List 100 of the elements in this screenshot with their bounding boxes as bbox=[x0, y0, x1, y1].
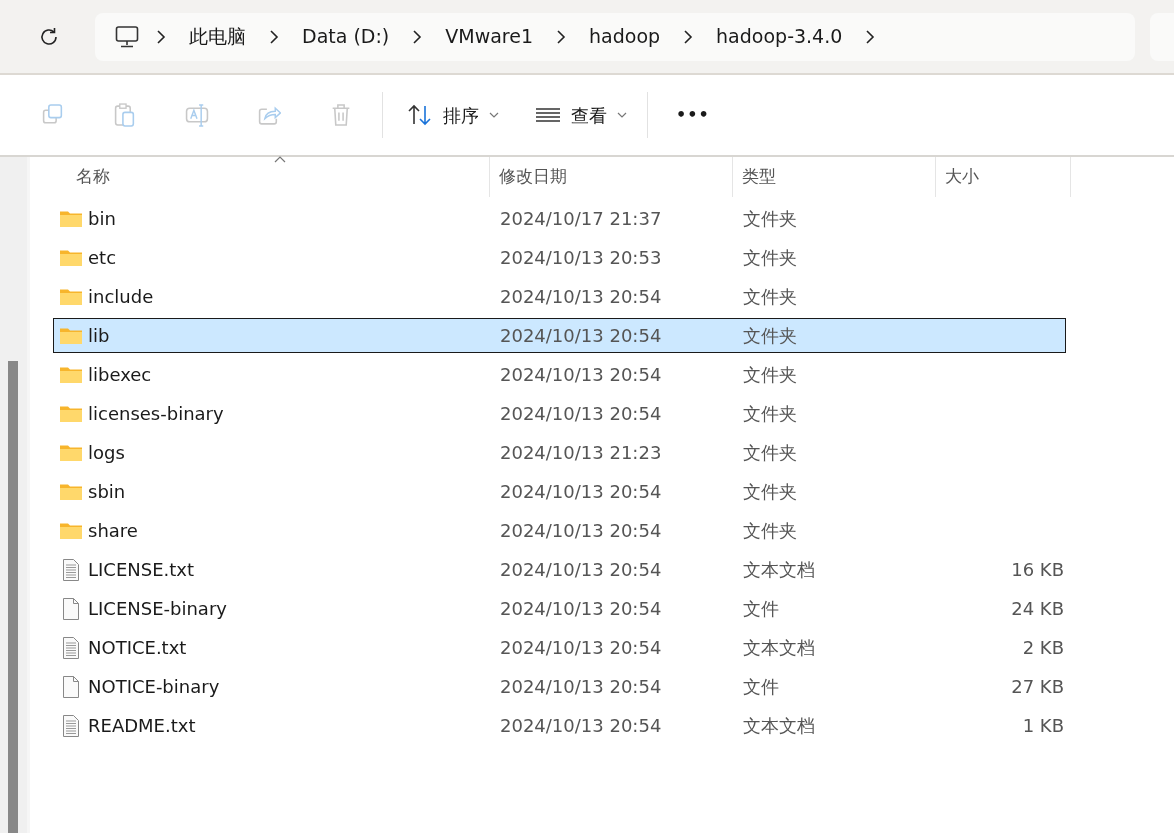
type-cell-text: 文件夹 bbox=[742, 441, 798, 465]
folder-icon bbox=[60, 444, 82, 461]
file-name: libexec bbox=[88, 363, 152, 387]
file-row[interactable]: etc 2024/10/13 20:53 文件夹 bbox=[53, 240, 1066, 275]
type-cell-text: 文件 bbox=[742, 675, 780, 699]
more-button[interactable]: ••• bbox=[662, 97, 724, 133]
caret-icon bbox=[489, 112, 499, 118]
sort-caret-icon bbox=[274, 156, 286, 163]
type-cell-text: 文件夹 bbox=[742, 363, 798, 387]
folder-icon bbox=[60, 483, 82, 500]
column-header[interactable]: 名称 bbox=[30, 157, 490, 197]
column-header[interactable]: 修改日期 bbox=[490, 157, 733, 197]
date-cell-text: 2024/10/13 20:54 bbox=[499, 597, 663, 621]
file-row[interactable]: README.txt 2024/10/13 20:54 文本文档 1 KB bbox=[53, 708, 1066, 743]
rename-icon bbox=[185, 103, 209, 127]
address-bar[interactable]: 此电脑 Data (D:) VMware1 hadoop hadoop-3.4.0 bbox=[95, 12, 1135, 61]
file-row[interactable]: include 2024/10/13 20:54 文件夹 bbox=[53, 279, 1066, 314]
type-cell-text: 文件夹 bbox=[742, 480, 798, 504]
file-name: NOTICE-binary bbox=[88, 675, 220, 699]
type-cell-text: 文本文档 bbox=[742, 714, 816, 738]
chevron-icon bbox=[268, 28, 280, 45]
file-name: README.txt bbox=[88, 714, 196, 738]
file-row[interactable]: bin 2024/10/17 21:37 文件夹 bbox=[53, 201, 1066, 236]
chevron-icon bbox=[411, 28, 424, 45]
folder-icon bbox=[60, 249, 82, 266]
date-cell-text: 2024/10/13 20:54 bbox=[499, 714, 663, 738]
list-icon bbox=[535, 107, 561, 123]
file-name: LICENSE-binary bbox=[88, 597, 227, 621]
refresh-icon bbox=[38, 25, 60, 48]
size-cell-text: 1 KB bbox=[1021, 714, 1064, 738]
size-cell-text: 24 KB bbox=[1010, 597, 1064, 621]
chevron-icon bbox=[682, 28, 695, 45]
size-cell-text: 27 KB bbox=[1010, 675, 1064, 699]
breadcrumb-item[interactable]: hadoop bbox=[583, 22, 667, 51]
folder-icon bbox=[60, 210, 82, 227]
file-row[interactable]: logs 2024/10/13 21:23 文件夹 bbox=[53, 435, 1066, 470]
file-row[interactable]: NOTICE.txt 2024/10/13 20:54 文本文档 2 KB bbox=[53, 630, 1066, 665]
sort-button[interactable]: 排序 bbox=[397, 95, 509, 135]
file-row[interactable]: NOTICE-binary 2024/10/13 20:54 文件 27 KB bbox=[53, 669, 1066, 704]
file-row[interactable]: share 2024/10/13 20:54 文件夹 bbox=[53, 513, 1066, 548]
date-cell-text: 2024/10/13 20:54 bbox=[499, 675, 663, 699]
file-name: include bbox=[88, 285, 154, 309]
file-row[interactable]: licenses-binary 2024/10/13 20:54 文件夹 bbox=[53, 396, 1066, 431]
caret-icon bbox=[617, 112, 627, 118]
file-icon bbox=[60, 675, 82, 698]
date-cell-text: 2024/10/13 20:54 bbox=[499, 402, 663, 426]
paste-icon bbox=[113, 103, 137, 127]
file-row[interactable]: LICENSE.txt 2024/10/13 20:54 文本文档 16 KB bbox=[53, 552, 1066, 587]
breadcrumb-item[interactable]: VMware1 bbox=[439, 22, 539, 51]
text-file-icon bbox=[60, 636, 82, 659]
file-name: bin bbox=[88, 207, 116, 231]
file-name: lib bbox=[88, 324, 110, 348]
file-row[interactable]: lib 2024/10/13 20:54 文件夹 bbox=[53, 318, 1066, 353]
file-name: logs bbox=[88, 441, 125, 465]
file-row[interactable]: LICENSE-binary 2024/10/13 20:54 文件 24 KB bbox=[53, 591, 1066, 626]
scrollbar-thumb[interactable] bbox=[8, 361, 18, 833]
copy-icon bbox=[41, 103, 65, 127]
file-row[interactable]: sbin 2024/10/13 20:54 文件夹 bbox=[53, 474, 1066, 509]
file-name: LICENSE.txt bbox=[88, 558, 195, 582]
chevron-icon bbox=[155, 28, 167, 45]
file-name: NOTICE.txt bbox=[88, 636, 187, 660]
chevron-icon bbox=[864, 28, 877, 45]
type-cell-text: 文件夹 bbox=[742, 402, 798, 426]
date-cell-text: 2024/10/17 21:37 bbox=[499, 207, 663, 231]
file-row[interactable]: libexec 2024/10/13 20:54 文件夹 bbox=[53, 357, 1066, 392]
breadcrumb-item[interactable]: 此电脑 bbox=[183, 22, 252, 51]
breadcrumb-item[interactable]: hadoop-3.4.0 bbox=[710, 22, 849, 51]
folder-icon bbox=[60, 288, 82, 305]
type-cell-text: 文本文档 bbox=[742, 636, 816, 660]
view-button[interactable]: 查看 bbox=[525, 95, 637, 135]
type-cell-text: 文件夹 bbox=[742, 519, 798, 543]
file-icon bbox=[60, 597, 82, 620]
folder-icon bbox=[60, 405, 82, 422]
date-cell-text: 2024/10/13 20:54 bbox=[499, 363, 663, 387]
size-cell-text: 2 KB bbox=[1021, 636, 1064, 660]
date-cell-text: 2024/10/13 21:23 bbox=[499, 441, 663, 465]
column-header[interactable]: 大小 bbox=[936, 157, 1071, 197]
date-cell-text: 2024/10/13 20:54 bbox=[499, 324, 663, 348]
date-cell-text: 2024/10/13 20:54 bbox=[499, 285, 663, 309]
column-header[interactable]: 类型 bbox=[733, 157, 936, 197]
date-cell-text: 2024/10/13 20:54 bbox=[499, 519, 663, 543]
folder-icon bbox=[60, 522, 82, 539]
folder-icon bbox=[60, 327, 82, 344]
folder-icon bbox=[60, 366, 82, 383]
type-cell-text: 文件夹 bbox=[742, 207, 798, 231]
type-cell-text: 文本文档 bbox=[742, 558, 816, 582]
text-file-icon bbox=[60, 558, 82, 581]
size-cell-text: 16 KB bbox=[1010, 558, 1064, 582]
sort-icon bbox=[407, 104, 433, 126]
file-name: share bbox=[88, 519, 138, 543]
type-cell-text: 文件 bbox=[742, 597, 780, 621]
text-file-icon bbox=[60, 714, 82, 737]
breadcrumb-item[interactable]: Data (D:) bbox=[296, 22, 396, 51]
date-cell-text: 2024/10/13 20:54 bbox=[499, 480, 663, 504]
type-cell-text: 文件夹 bbox=[742, 285, 798, 309]
type-cell-text: 文件夹 bbox=[742, 324, 798, 348]
computer-icon bbox=[115, 25, 139, 48]
file-name: sbin bbox=[88, 480, 126, 504]
date-cell-text: 2024/10/13 20:54 bbox=[499, 558, 663, 582]
file-name: licenses-binary bbox=[88, 402, 224, 426]
